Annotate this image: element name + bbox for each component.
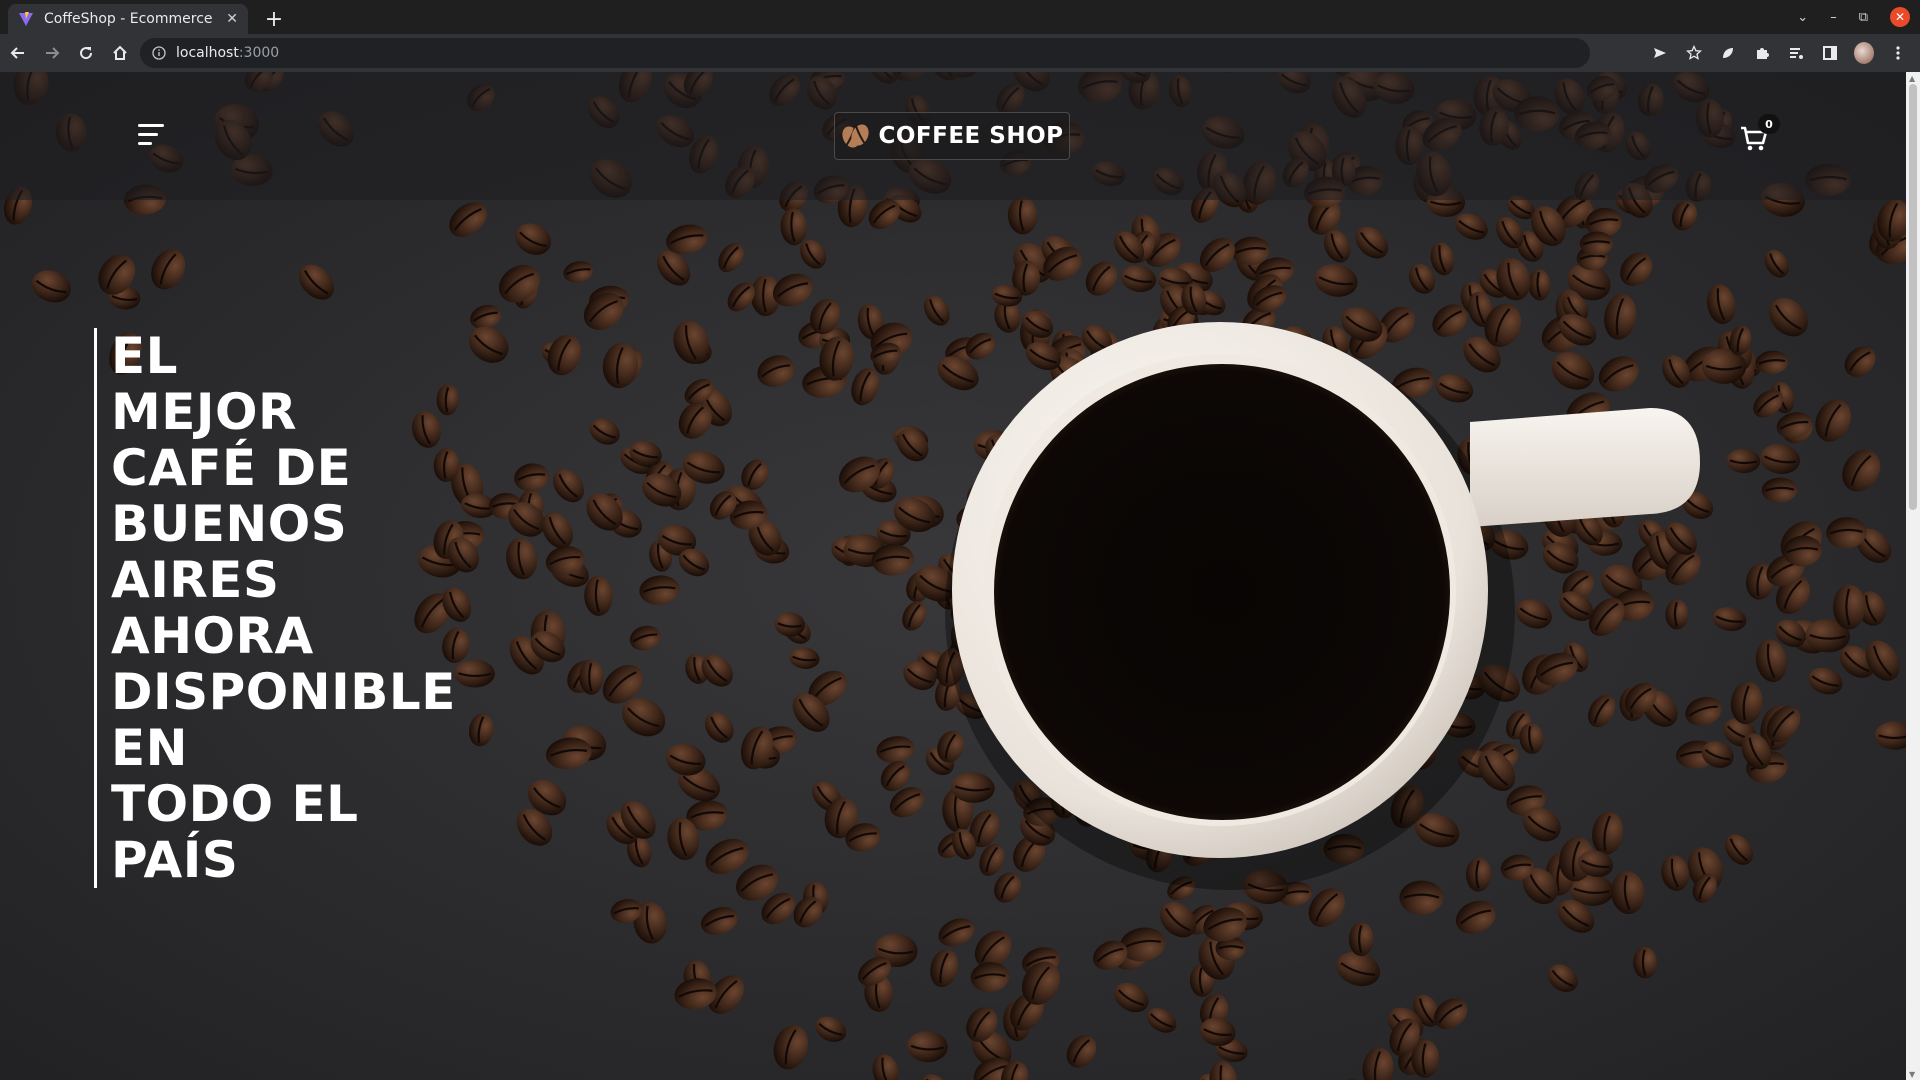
window-controls: ⌄ – ⧉ ✕ [1797, 4, 1910, 30]
forward-icon[interactable] [36, 38, 68, 68]
cart-count-badge: 0 [1758, 114, 1780, 134]
scroll-down-icon[interactable]: ▼ [1909, 1070, 1917, 1079]
restore-icon[interactable]: ⧉ [1859, 10, 1868, 25]
hero-line: EN [111, 719, 189, 777]
profile-avatar[interactable] [1854, 42, 1874, 64]
vite-favicon-icon [19, 12, 33, 26]
coffee-bean-icon [842, 124, 870, 148]
extension-leaf-icon[interactable] [1718, 43, 1738, 63]
hero-line: AHORA [111, 607, 314, 665]
browser-toolbar: localhost:3000 [0, 34, 1920, 72]
page-viewport: COFFEE SHOP 0 EL MEJOR CAFÉ DE BUENOS AI… [0, 72, 1906, 1080]
send-icon[interactable] [1650, 43, 1670, 63]
back-icon[interactable] [2, 38, 34, 68]
new-tab-button[interactable]: + [260, 5, 288, 33]
logo-text: COFFEE SHOP [878, 123, 1064, 149]
scrollbar-thumb[interactable] [1909, 84, 1917, 510]
site-logo[interactable]: COFFEE SHOP [834, 112, 1070, 160]
coffee-surface [994, 364, 1450, 820]
hamburger-menu-icon[interactable] [138, 124, 166, 148]
scroll-up-icon[interactable]: ▲ [1909, 74, 1917, 83]
tab-search-icon[interactable]: ⌄ [1797, 10, 1808, 25]
browser-tab[interactable]: CoffeShop - Ecommerce ✕ [8, 4, 248, 34]
browser-menu-icon[interactable] [1888, 43, 1908, 63]
tab-title: CoffeShop - Ecommerce [44, 11, 213, 27]
home-icon[interactable] [104, 38, 136, 68]
reload-icon[interactable] [70, 38, 102, 68]
hero-line: TODO EL [111, 775, 359, 833]
bookmark-star-icon[interactable] [1684, 43, 1704, 63]
tab-close-icon[interactable]: ✕ [226, 11, 238, 27]
toolbar-actions [1650, 34, 1908, 72]
window-close-icon[interactable]: ✕ [1890, 7, 1910, 27]
hero-line: DISPONIBLE [111, 663, 456, 721]
browser-tab-bar: CoffeShop - Ecommerce ✕ + ⌄ – ⧉ ✕ [0, 0, 1920, 34]
media-queue-icon[interactable] [1786, 43, 1806, 63]
hero-line: MEJOR [111, 383, 298, 441]
extensions-puzzle-icon[interactable] [1752, 43, 1772, 63]
cup-handle [1470, 408, 1700, 527]
hero-headline: EL MEJOR CAFÉ DE BUENOS AIRES AHORA DISP… [94, 328, 514, 888]
url-text: localhost:3000 [176, 45, 280, 61]
minimize-icon[interactable]: – [1830, 10, 1837, 25]
hero-line: BUENOS [111, 495, 348, 553]
hero-line: AIRES [111, 551, 280, 609]
hero-line: CAFÉ DE [111, 439, 352, 497]
side-panel-icon[interactable] [1820, 43, 1840, 63]
page-scrollbar[interactable]: ▲ ▼ [1906, 72, 1920, 1080]
address-bar[interactable]: localhost:3000 [140, 38, 1590, 68]
hero-line: EL [111, 327, 179, 385]
site-header: COFFEE SHOP 0 [0, 72, 1906, 200]
hero-line: PAÍS [111, 831, 239, 889]
site-info-icon[interactable] [152, 46, 166, 60]
